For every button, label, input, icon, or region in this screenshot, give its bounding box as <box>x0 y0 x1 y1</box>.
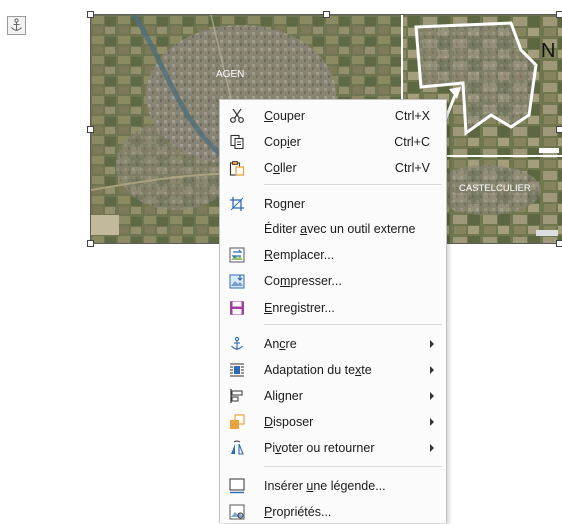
menu-label: Enregistrer... <box>264 301 335 315</box>
map-label-castelculier: CASTELCULIER <box>459 183 531 194</box>
align-icon <box>228 387 246 405</box>
menu-shortcut: Ctrl+X <box>394 109 430 123</box>
menu-label: Insérer une légende... <box>264 479 386 493</box>
submenu-arrow-icon <box>430 418 434 426</box>
menu-separator <box>264 324 442 325</box>
properties-icon <box>228 503 246 521</box>
menu-label: Coller <box>264 161 297 175</box>
resize-handle-middle-right[interactable] <box>556 126 562 133</box>
compress-image-icon <box>228 272 246 290</box>
resize-handle-top-middle[interactable] <box>323 11 330 18</box>
resize-handle-bottom-left[interactable] <box>87 240 94 247</box>
menu-label: Couper <box>264 109 306 123</box>
menu-item-save[interactable]: Enregistrer... <box>220 296 446 320</box>
map-label-agen: AGEN <box>216 69 244 80</box>
menu-label: Copier <box>264 135 301 149</box>
copy-icon <box>228 133 246 151</box>
anchor-marker-icon[interactable] <box>7 16 26 35</box>
menu-item-text-wrap[interactable]: Adaptation du texte <box>220 358 446 382</box>
caption-icon <box>228 477 246 495</box>
menu-label: Ancre <box>264 337 297 351</box>
menu-label: Disposer <box>264 415 314 429</box>
menu-label: Éditer avec un outil externe <box>264 222 416 236</box>
submenu-arrow-icon <box>430 340 434 348</box>
menu-label: Aligner <box>264 389 303 403</box>
menu-item-insert-caption[interactable]: Insérer une légende... <box>220 474 446 498</box>
menu-item-anchor[interactable]: Ancre <box>220 332 446 356</box>
menu-label: Adaptation du texte <box>264 363 372 377</box>
save-icon <box>228 299 246 317</box>
submenu-arrow-icon <box>430 392 434 400</box>
menu-label: Compresser... <box>264 274 342 288</box>
menu-item-crop[interactable]: Rogner <box>220 192 446 216</box>
menu-label: Rogner <box>264 197 306 211</box>
menu-shortcut: Ctrl+C <box>394 135 430 149</box>
submenu-arrow-icon <box>430 366 434 374</box>
menu-item-compress[interactable]: Compresser... <box>220 269 446 293</box>
submenu-arrow-icon <box>430 444 434 452</box>
anchor-icon <box>228 335 246 353</box>
resize-handle-middle-left[interactable] <box>87 126 94 133</box>
menu-item-properties[interactable]: Propriétés... <box>220 500 446 524</box>
menu-shortcut: Ctrl+V <box>394 161 430 175</box>
menu-label: Remplacer... <box>264 248 335 262</box>
rotate-flip-icon <box>228 439 246 457</box>
text-wrap-icon <box>228 361 246 379</box>
map-label-north: N <box>541 40 555 62</box>
paste-icon <box>228 159 246 177</box>
menu-item-replace[interactable]: Remplacer... <box>220 243 446 267</box>
resize-handle-bottom-right[interactable] <box>556 240 562 247</box>
menu-label: Propriétés... <box>264 505 332 519</box>
resize-handle-top-left[interactable] <box>87 11 94 18</box>
crop-icon <box>228 195 246 213</box>
scissors-icon <box>228 107 246 125</box>
menu-separator <box>264 184 442 185</box>
menu-separator <box>264 466 442 467</box>
menu-item-align[interactable]: Aligner <box>220 384 446 408</box>
menu-item-rotate-flip[interactable]: Pivoter ou retourner <box>220 436 446 460</box>
context-menu: Couper Ctrl+X Copier Ctrl+C Coller Ctrl+… <box>219 99 447 523</box>
menu-item-cut[interactable]: Couper Ctrl+X <box>220 104 446 128</box>
menu-label: Pivoter ou retourner <box>264 441 375 455</box>
replace-image-icon <box>228 246 246 264</box>
menu-item-arrange[interactable]: Disposer <box>220 410 446 434</box>
menu-item-edit-external[interactable]: Éditer avec un outil externe <box>220 217 446 241</box>
resize-handle-top-right[interactable] <box>556 11 562 18</box>
menu-item-copy[interactable]: Copier Ctrl+C <box>220 130 446 154</box>
menu-item-paste[interactable]: Coller Ctrl+V <box>220 156 446 180</box>
arrange-icon <box>228 413 246 431</box>
